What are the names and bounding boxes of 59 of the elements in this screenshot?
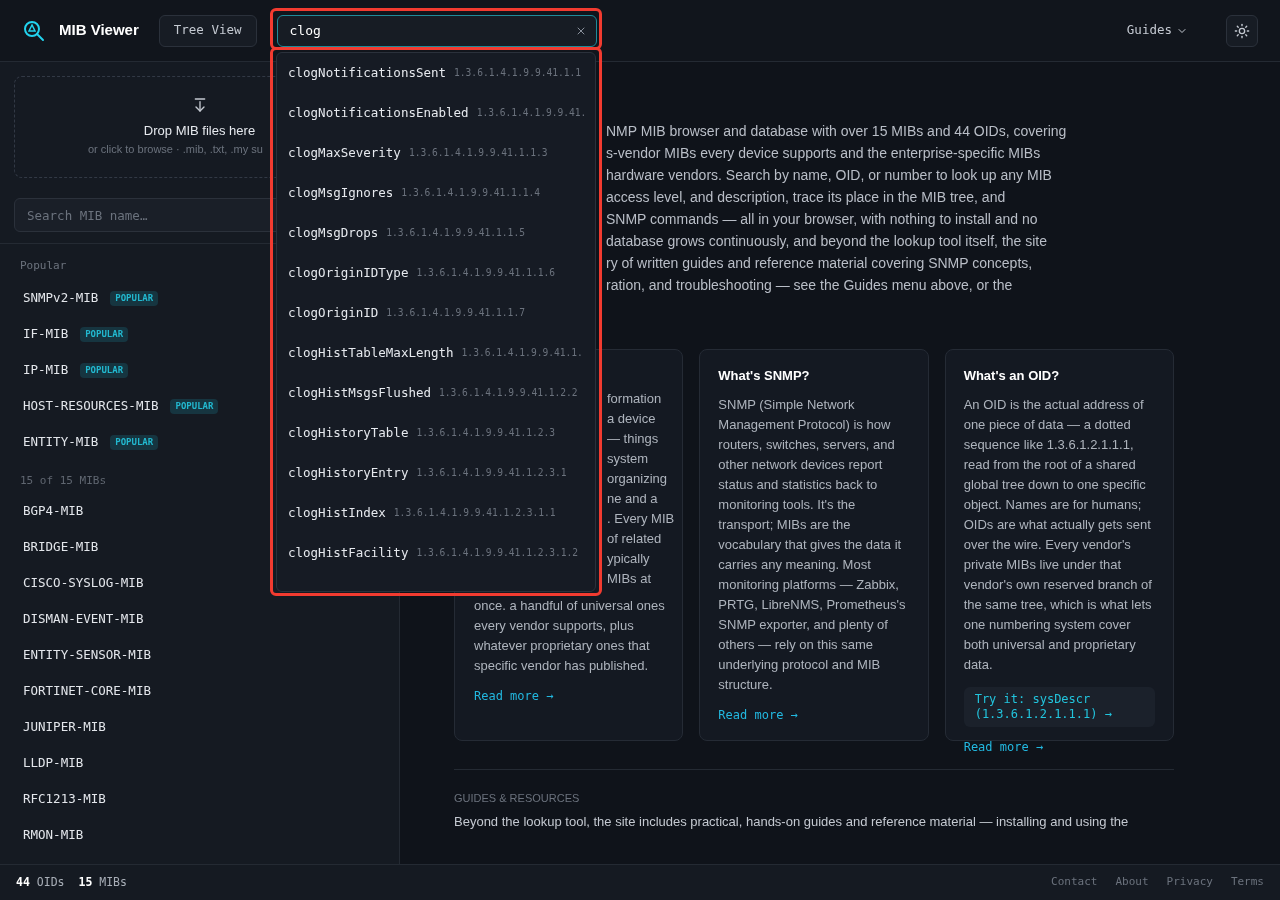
- section-heading: GUIDES & RESOURCES: [454, 791, 581, 806]
- intro-text: s-vendor MIBs every device supports and the enterprise-specific MIBs: [606, 144, 1042, 163]
- suggestion-name: clogHistTableMaxLength: [288, 343, 454, 362]
- suggestion-oid: 1.3.6.1.4.1.9.9.41.1.2.2: [439, 385, 578, 400]
- app-title: MIB Viewer: [59, 20, 139, 41]
- card-text: — things: [607, 430, 659, 448]
- card-text: organizing: [607, 470, 667, 488]
- popular-badge: POPULAR: [80, 326, 129, 343]
- suggestion-name: clogHistoryEntry: [288, 463, 409, 482]
- intro-text: ration, and troubleshooting — see the Guides menu above, or the: [606, 276, 1014, 295]
- count-label: 15 MIBs: [78, 873, 127, 891]
- suggestion-oid: 1.3.6.1.4.1.9.9.41.1.1.3: [408, 145, 548, 160]
- card-title: What's SNMP?: [718, 367, 811, 385]
- card-text: system: [607, 450, 649, 468]
- card-text: SNMP (Simple Network Management Protocol) is how routers, switches, servers, and other network devices report status and statistics back to monitoring tools. It's the transport; MIBs are the vocabulary that gives the data it carries any meaning. Most monitoring platforms — Zabbix, PRTG, LibreNMS, Prometheus's SNMP exporter, and plenty of others — rely on this same underlying protocol and MIB structure.: [718, 395, 907, 694]
- drop-zone-hint: or click to browse · .mib, .txt, .my su: [88, 141, 263, 157]
- guides-text: Beyond the lookup tool, the site includes practical, hands-on guides and reference material — installing and using the: [454, 812, 1130, 831]
- suggestion-oid: 1.3.6.1.4.1.9.9.41.1.: [461, 345, 583, 360]
- card-text: ne and a: [607, 490, 658, 508]
- card-text: of related: [607, 530, 662, 548]
- card-title: What's an OID?: [963, 367, 1061, 385]
- card-text: ypically: [607, 550, 650, 568]
- card-text: formation: [607, 390, 662, 408]
- suggestion-oid: 1.3.6.1.4.1.9.9.41.1.2.3.1.1: [393, 505, 556, 520]
- suggestion-oid: 1.3.6.1.4.1.9.9.41.1.2.3.1.2: [416, 545, 579, 560]
- suggestion-name: clogOriginIDType: [288, 263, 409, 282]
- suggestion-name: clogHistMsgsFlushed: [288, 383, 431, 402]
- suggestion-oid: 1.3.6.1.4.1.9.9.41.1.1.4: [401, 185, 540, 200]
- suggestion-name: clogHistFacility: [288, 543, 409, 562]
- intro-text: hardware vendors. Search by name, OID, or number to look up any MIB: [606, 166, 1053, 185]
- intro-text: SNMP commands — all in your browser, with nothing to install and no: [606, 210, 1039, 229]
- card-text: whatever proprietary ones that: [474, 637, 651, 655]
- popular-badge: POPULAR: [170, 398, 219, 415]
- suggestion-oid: 1.3.6.1.4.1.9.9.41.1.1.6: [416, 265, 556, 280]
- intro-text: database grows continuously, and beyond the lookup tool itself, the site: [606, 232, 1049, 251]
- count-label: 44 OIDs: [16, 873, 65, 891]
- intro-text: ry of written guides and reference material covering SNMP concepts,: [606, 254, 1034, 273]
- suggestion-name: clogHistIndex: [288, 503, 386, 522]
- suggestion-oid: 1.3.6.1.4.1.9.9.41.1.2.3.1: [416, 465, 567, 480]
- card-text: every vendor supports, plus: [474, 617, 635, 635]
- popular-badge: POPULAR: [110, 434, 159, 451]
- suggestion-oid: 1.3.6.1.4.1.9.9.41.1.2.3: [416, 425, 556, 440]
- card-text: . Every MIB: [607, 510, 675, 528]
- suggestion-name: clogOriginID: [288, 303, 379, 322]
- intro-text: NMP MIB browser and database with over 15 MIBs and 44 OIDs, covering: [606, 122, 1068, 141]
- suggestion-oid: 1.3.6.1.4.1.9.9.41.1.1.7: [386, 305, 525, 320]
- card-text: once. a handful of universal ones: [474, 597, 664, 615]
- suggestion-oid: 1.3.6.1.4.1.9.9.41.1.1.5: [386, 225, 525, 240]
- drop-zone-title: Drop MIB files here: [143, 122, 256, 140]
- suggestion-name: clogHistoryTable: [288, 423, 409, 442]
- card-text: specific vendor has published.: [474, 657, 650, 675]
- intro-text: access level, and description, trace its place in the MIB tree, and: [606, 188, 1007, 207]
- card-text: a device: [607, 410, 656, 428]
- suggestion-oid: 1.3.6.1.4.1.9.9.41.1.1: [454, 65, 582, 80]
- card-text: MIBs at: [607, 570, 652, 588]
- popular-badge: POPULAR: [80, 362, 129, 379]
- popular-badge: POPULAR: [110, 290, 159, 307]
- card-text: An OID is the actual address of one piece of data — a dotted sequence like 1.3.6.1.2.1.1.1, read from the root of a shared global tree down to one specific object. Names are for humans; OIDs are what actually gets sent over the wire. Every vendor's private MIBs live under that vendor's own reserved branch of the same tree, which is what lets one numbering system cover both universal and proprietary data.: [963, 395, 1153, 674]
- suggestion-oid: 1.3.6.1.4.1.9.9.41.: [476, 105, 587, 120]
